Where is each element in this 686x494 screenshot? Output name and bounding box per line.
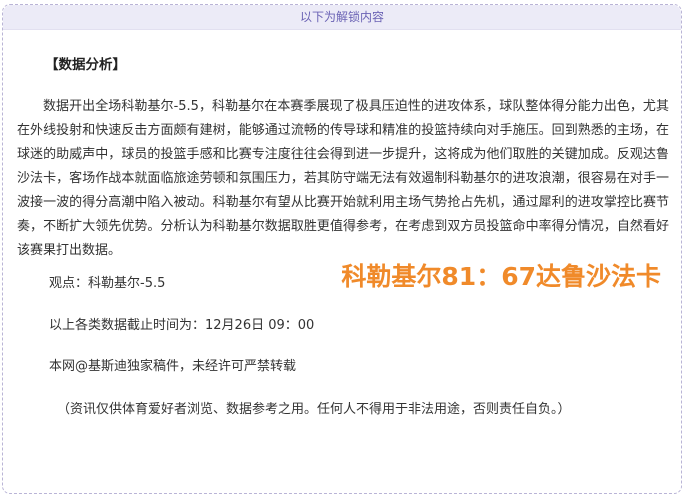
unlocked-content-panel: 以下为解锁内容 【数据分析】 数据开出全场科勒基尔-5.5，科勒基尔在本赛季展现… xyxy=(2,4,682,494)
copyright-notice: 本网@基斯迪独家稿件，未经许可严禁转载 xyxy=(49,359,297,374)
analysis-paragraph: 数据开出全场科勒基尔-5.5，科勒基尔在本赛季展现了极具压迫性的进攻体系，球队整… xyxy=(17,99,669,258)
predicted-score: 科勒基尔81：67达鲁沙法卡 xyxy=(341,262,661,291)
viewpoint-text: 观点：科勒基尔-5.5 xyxy=(49,276,166,291)
unlock-banner: 以下为解锁内容 xyxy=(3,5,681,30)
data-cutoff-time: 以上各类数据截止时间为：12月26日 09：00 xyxy=(49,318,315,333)
section-title: 【数据分析】 xyxy=(45,57,126,73)
disclaimer-text: （资讯仅供体育爱好者浏览、数据参考之用。任何人不得用于非法用途，否则责任自负。） xyxy=(57,402,571,417)
